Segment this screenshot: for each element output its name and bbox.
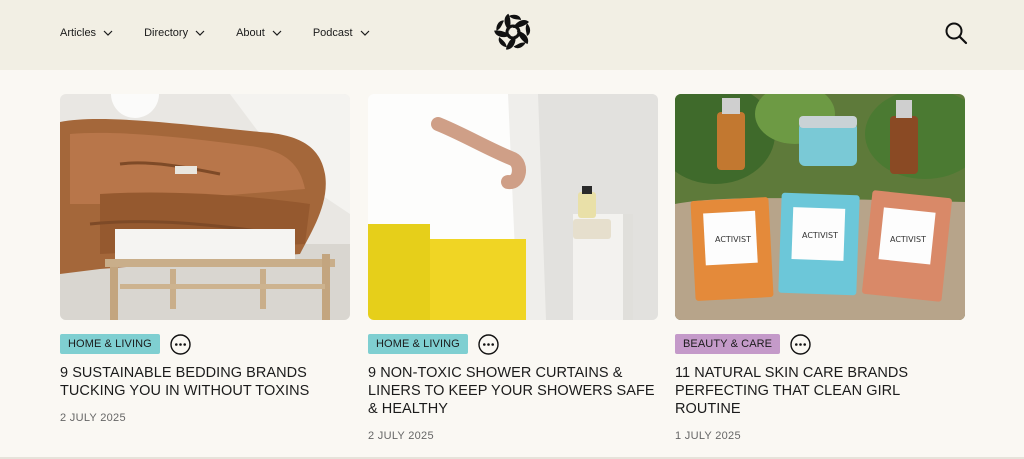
article-title[interactable]: 9 NON-TOXIC SHOWER CURTAINS & LINERS TO …	[368, 364, 658, 418]
article-card: HOME & LIVING 9 NON-TOXIC SHOWER CURTAIN…	[368, 94, 658, 442]
main-nav: Articles Directory About Podcast	[60, 0, 401, 66]
article-date: 2 JULY 2025	[368, 430, 434, 442]
category-tag[interactable]: HOME & LIVING	[368, 334, 468, 354]
more-options-icon[interactable]	[170, 333, 191, 355]
bedding-photo	[60, 94, 350, 320]
article-image-skin-care[interactable]: ACTIVIST ACTIVIST ACTIVIST	[675, 94, 965, 320]
article-image-shower-curtain[interactable]	[368, 94, 658, 320]
article-date: 1 JULY 2025	[675, 430, 741, 442]
nav-podcast-label: Podcast	[312, 27, 353, 39]
nav-podcast[interactable]: Podcast	[313, 27, 371, 39]
site-header: Articles Directory About Podcast	[0, 0, 1024, 70]
chevron-down-icon	[195, 30, 205, 36]
search-icon[interactable]	[944, 21, 968, 45]
nav-articles[interactable]: Articles	[60, 27, 114, 39]
nav-about-label: About	[236, 27, 265, 39]
svg-text:ACTIVIST: ACTIVIST	[890, 235, 926, 244]
nav-articles-label: Articles	[60, 27, 97, 39]
article-title[interactable]: 9 SUSTAINABLE BEDDING BRANDS TUCKING YOU…	[60, 364, 350, 400]
article-card: HOME & LIVING 9 SUSTAINABLE BEDDING BRAN…	[60, 94, 350, 424]
article-image-bedding[interactable]	[60, 94, 350, 320]
chevron-down-icon	[272, 30, 282, 36]
shower-curtain-photo	[368, 94, 658, 320]
svg-text:ACTIVIST: ACTIVIST	[802, 231, 838, 240]
flower-logo-icon[interactable]	[491, 10, 535, 54]
chevron-down-icon	[103, 30, 113, 36]
category-tag[interactable]: HOME & LIVING	[60, 334, 160, 354]
nav-directory[interactable]: Directory	[144, 27, 206, 39]
article-title[interactable]: 11 NATURAL SKIN CARE BRANDS PERFECTING T…	[675, 364, 965, 418]
svg-text:ACTIVIST: ACTIVIST	[715, 235, 751, 244]
article-date: 2 JULY 2025	[60, 412, 126, 424]
category-tag[interactable]: BEAUTY & CARE	[675, 334, 781, 354]
skin-care-products-photo: ACTIVIST ACTIVIST ACTIVIST	[675, 94, 965, 320]
chevron-down-icon	[360, 30, 370, 36]
nav-about[interactable]: About	[236, 27, 283, 39]
more-options-icon[interactable]	[478, 333, 499, 355]
more-options-icon[interactable]	[790, 333, 811, 355]
nav-directory-label: Directory	[144, 27, 189, 39]
article-card: ACTIVIST ACTIVIST ACTIVIST BEAUTY & CARE…	[675, 94, 965, 442]
